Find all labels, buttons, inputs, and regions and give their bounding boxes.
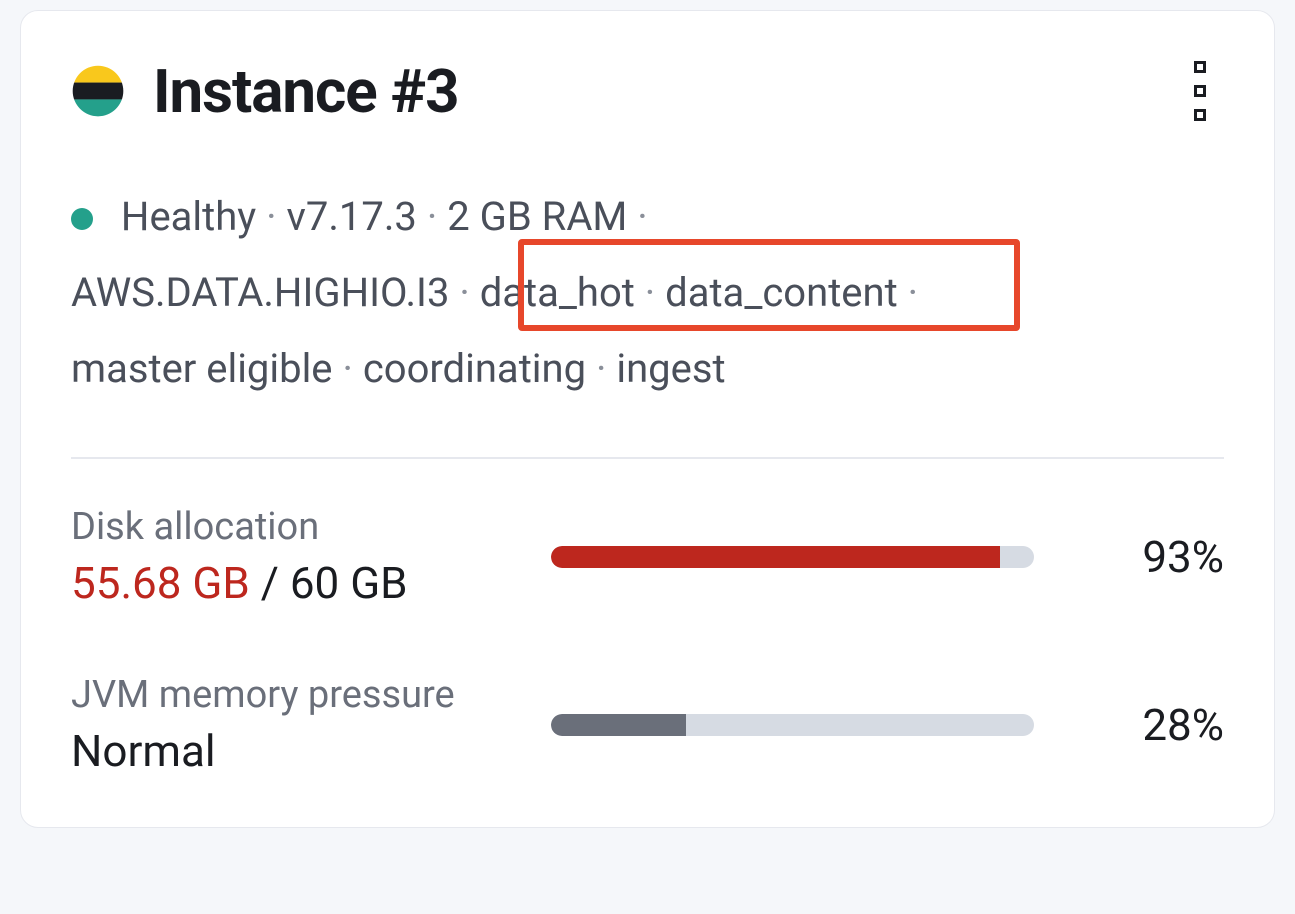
title-group: Instance #3 (71, 56, 459, 127)
jvm-progress-bar (551, 714, 1034, 736)
more-dot-icon (1194, 61, 1206, 73)
disk-allocation-row: Disk allocation 55.68 GB / 60 GB 93% (71, 505, 1224, 609)
ram-text: 2 GB RAM (447, 193, 627, 240)
instance-card: Instance #3 Healthy · v7.17.3 · 2 GB RAM… (20, 10, 1275, 828)
instance-header: Instance #3 (71, 51, 1224, 131)
more-actions-button[interactable] (1176, 51, 1224, 131)
instance-title: Instance #3 (153, 56, 459, 127)
version-text: v7.17.3 (287, 193, 417, 240)
tag-data-hot: data_hot (480, 269, 635, 316)
disk-value: 55.68 GB / 60 GB (71, 557, 551, 609)
role-master-eligible: master eligible (71, 345, 333, 392)
disk-sep: / (261, 557, 290, 609)
role-coordinating: coordinating (363, 345, 586, 392)
health-status-text: Healthy (121, 193, 256, 240)
jvm-pressure-row: JVM memory pressure Normal 28% (71, 673, 1224, 777)
jvm-status: Normal (71, 725, 551, 777)
instance-tags: Healthy · v7.17.3 · 2 GB RAM · AWS.DATA.… (71, 179, 1224, 407)
divider (71, 457, 1224, 459)
jvm-label: JVM memory pressure (71, 673, 551, 717)
disk-total: 60 GB (290, 557, 408, 609)
more-dot-icon (1194, 85, 1206, 97)
more-dot-icon (1194, 109, 1206, 121)
instance-type-text: AWS.DATA.HIGHIO.I3 (71, 269, 449, 316)
disk-progress-fill (551, 546, 1000, 568)
disk-percent: 93% (1094, 531, 1224, 583)
elastic-logo-icon (71, 64, 125, 118)
tag-data-content: data_content (665, 269, 898, 316)
jvm-percent: 28% (1094, 699, 1224, 751)
jvm-progress-fill (551, 714, 686, 736)
role-ingest: ingest (616, 345, 725, 392)
health-status-dot (71, 208, 93, 230)
disk-used: 55.68 GB (71, 557, 250, 609)
disk-progress-bar (551, 546, 1034, 568)
disk-label: Disk allocation (71, 505, 551, 549)
